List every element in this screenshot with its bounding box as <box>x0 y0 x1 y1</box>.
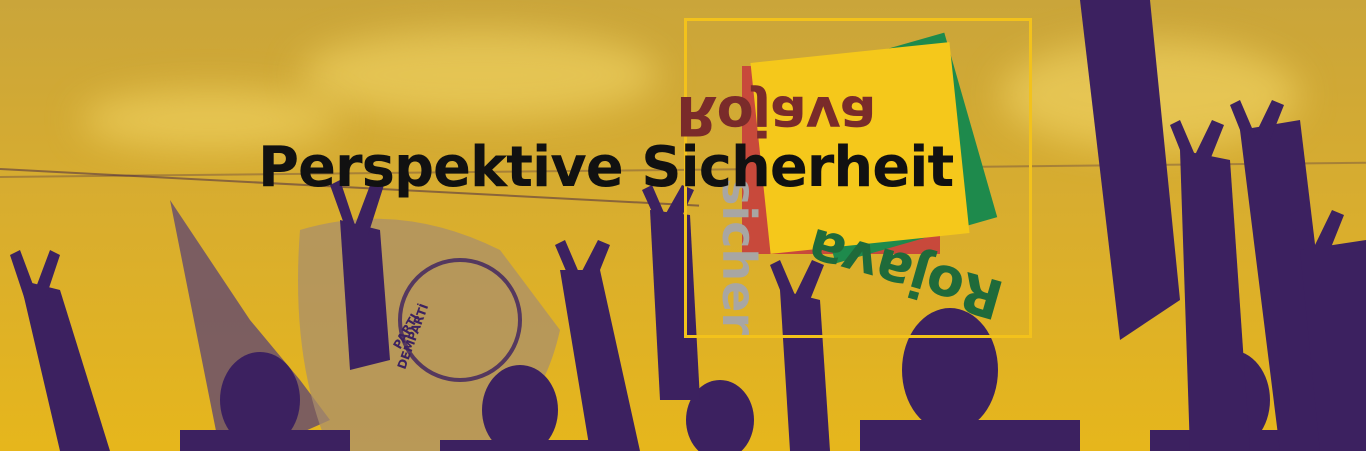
raised-arm <box>560 270 640 451</box>
logo-word-rojava-top: Rojava <box>676 84 876 147</box>
person-body <box>860 420 1080 451</box>
page-title: Perspektive Sicherheit <box>258 135 954 200</box>
hero-banner: PARTI DEMPARTİ Rojava Rojava sicher Pers… <box>0 0 1366 451</box>
person-head <box>482 365 558 451</box>
person-body <box>440 440 600 451</box>
crowd-photo: PARTI DEMPARTİ <box>10 0 1366 451</box>
raised-arm <box>20 280 110 451</box>
logo-word-sicher: sicher <box>712 178 766 336</box>
raised-arm <box>1080 0 1180 340</box>
person-body <box>180 430 350 451</box>
raised-arm <box>1180 150 1250 451</box>
